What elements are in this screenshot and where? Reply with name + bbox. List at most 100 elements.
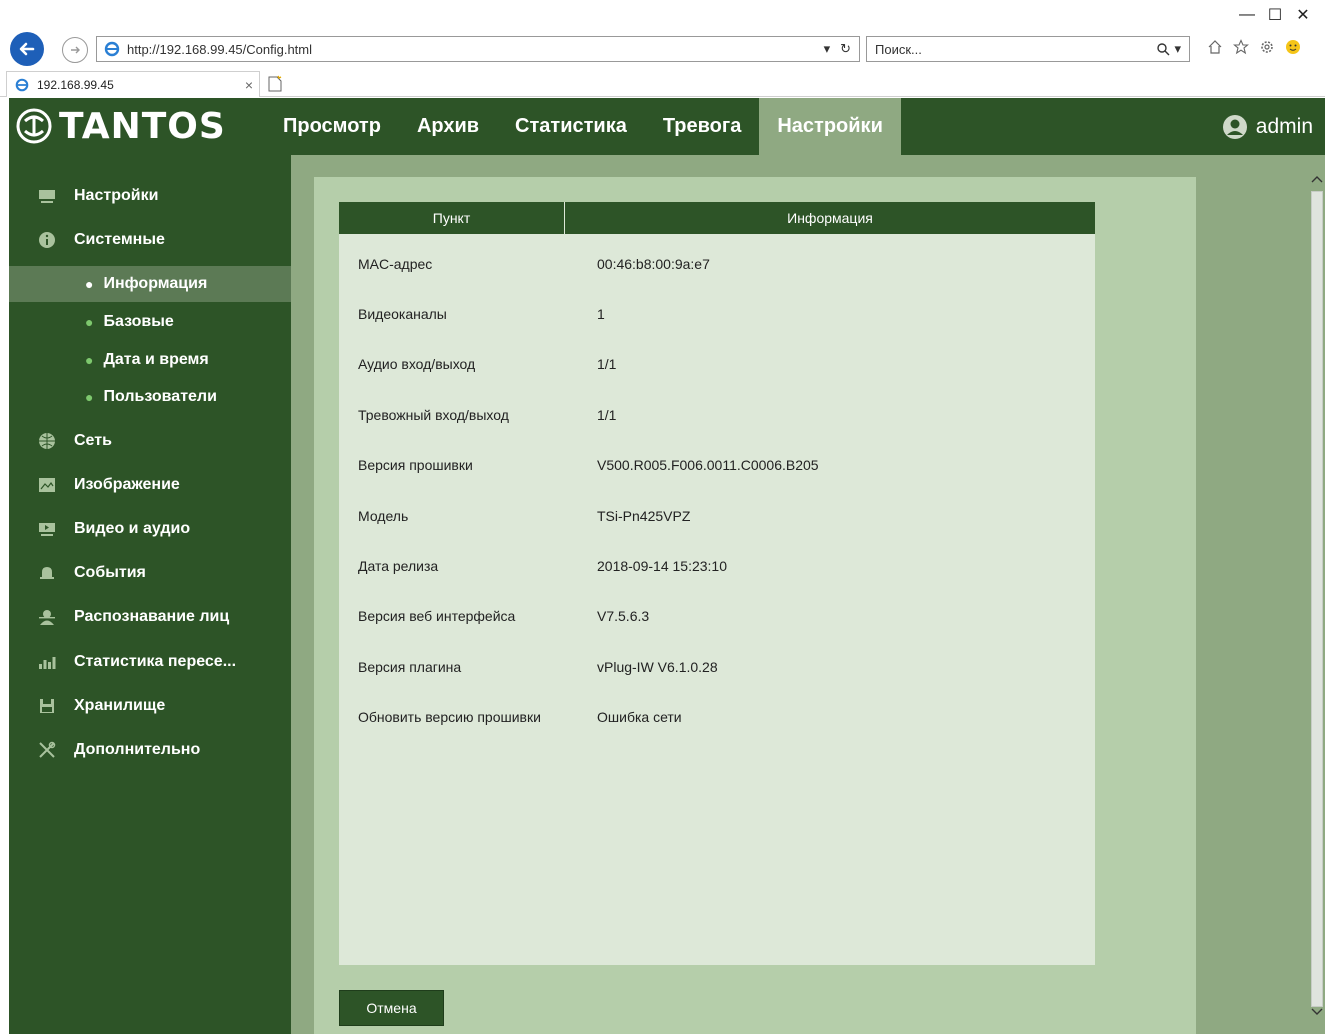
logo: TANTOS [15,104,226,148]
sidebar-item-people-counting[interactable]: Статистика пересе... [9,644,291,680]
table-row: Модель TSi-Pn425VPZ [339,501,1095,531]
row-key: Тревожный вход/выход [358,407,509,423]
info-icon [36,229,58,251]
bar-chart-icon [36,651,58,673]
row-value: 1 [597,306,605,322]
nav-settings[interactable]: Настройки [759,98,901,155]
address-bar[interactable]: http://192.168.99.45/Config.html ▾ ↻ [96,36,860,62]
tantos-logo-icon [16,108,52,144]
star-icon[interactable] [1232,38,1250,56]
sidebar-label: Информация [103,275,208,292]
new-tab-button[interactable] [263,73,287,95]
sidebar-label: Пользователи [103,388,217,405]
search-bar[interactable]: Поиск... ▾ [866,36,1190,62]
tab-strip: 192.168.99.45 × [0,69,1325,97]
table-row: Обновить версию прошивки Ошибка сети [339,702,1095,732]
browser-tab[interactable]: 192.168.99.45 × [6,71,260,97]
scroll-thumb[interactable] [1311,191,1323,1007]
sidebar-item-advanced[interactable]: Дополнительно [9,732,291,768]
row-value: 00:46:b8:00:9a:e7 [597,256,710,272]
close-icon[interactable]: ✕ [1289,4,1317,26]
info-table: Пункт Информация MAC-адрес 00:46:b8:00:9… [339,202,1095,965]
home-icon[interactable] [1206,38,1224,56]
row-key: Видеоканалы [358,306,447,322]
row-value: 2018-09-14 15:23:10 [597,558,727,574]
table-row: Аудио вход/выход 1/1 [339,349,1095,379]
sidebar-label: Хранилище [74,697,166,714]
sidebar-label: Дата и время [103,351,209,368]
row-key: MAC-адрес [358,256,433,272]
browser-toolbar [1206,38,1302,56]
sidebar-item-system[interactable]: Системные [9,222,291,258]
scroll-down-icon[interactable] [1309,1004,1325,1020]
row-key: Аудио вход/выход [358,356,476,372]
image-icon [36,474,58,496]
nav-preview[interactable]: Просмотр [265,98,399,155]
row-value: V7.5.6.3 [597,608,650,624]
cancel-button[interactable]: Отмена [339,990,444,1026]
tab-close-icon[interactable]: × [245,77,253,93]
username: admin [1255,114,1313,138]
nav-archive[interactable]: Архив [399,98,497,155]
sidebar-label: Системные [74,231,165,248]
face-icon [36,606,58,628]
window-controls: — ☐ ✕ [1233,4,1317,26]
bell-icon [36,562,58,584]
sidebar-item-video-audio[interactable]: Видео и аудио [9,511,291,547]
sidebar: Настройки Системные ● Информация ● Базов… [9,155,291,1034]
table-row: Версия плагина vPlug-IW V6.1.0.28 [339,652,1095,682]
gear-icon[interactable] [1258,38,1276,56]
video-icon [36,518,58,540]
bullet-icon: ● [85,389,94,405]
sidebar-sub-users[interactable]: ● Пользователи [9,379,291,415]
minimize-icon[interactable]: — [1233,4,1261,26]
row-value: 1/1 [597,356,617,372]
search-input[interactable]: Поиск... [875,42,1156,57]
forward-button[interactable] [62,37,88,63]
scrollbar[interactable] [1309,155,1325,1034]
table-row: Версия прошивки V500.R005.F006.0011.C000… [339,450,1095,480]
user-icon [1222,114,1247,139]
sidebar-label: События [74,564,146,581]
ie-icon [103,40,121,58]
sidebar-item-image[interactable]: Изображение [9,467,291,503]
maximize-icon[interactable]: ☐ [1261,4,1289,26]
nav-statistics[interactable]: Статистика [497,98,645,155]
top-nav: Просмотр Архив Статистика Тревога Настро… [265,98,901,155]
sidebar-item-face-recognition[interactable]: Распознавание лиц [9,599,291,635]
sidebar-item-network[interactable]: Сеть [9,423,291,459]
dropdown-icon[interactable]: ▾ [824,41,831,57]
tools-icon [36,739,58,761]
table-row: Версия веб интерфейса V7.5.6.3 [339,601,1095,631]
sidebar-label: Распознавание лиц [74,608,230,625]
sidebar-sub-info[interactable]: ● Информация [9,266,291,302]
sidebar-item-events[interactable]: События [9,555,291,591]
sidebar-sub-datetime[interactable]: ● Дата и время [9,342,291,378]
user-menu[interactable]: admin [1222,98,1313,155]
sidebar-label: Изображение [74,476,180,493]
back-button[interactable] [10,32,44,66]
arrow-right-icon [71,46,80,54]
row-key: Модель [358,508,409,524]
smiley-icon[interactable] [1284,38,1302,56]
sidebar-item-settings[interactable]: Настройки [9,178,291,214]
row-value: 1/1 [597,407,617,423]
tab-title: 192.168.99.45 [37,77,114,92]
sidebar-item-storage[interactable]: Хранилище [9,688,291,724]
arrow-left-icon [19,42,35,56]
row-value: Ошибка сети [597,709,682,725]
row-key: Версия плагина [358,659,462,675]
ie-icon [13,76,31,94]
sidebar-label: Базовые [103,313,174,330]
search-dropdown-icon[interactable]: ▾ [1174,41,1181,57]
sidebar-sub-basic[interactable]: ● Базовые [9,304,291,340]
globe-icon [36,430,58,452]
row-key: Версия веб интерфейса [358,608,516,624]
sidebar-label: Сеть [74,432,112,449]
nav-alarm[interactable]: Тревога [645,98,760,155]
sidebar-label: Статистика пересе... [74,653,237,670]
bullet-icon: ● [85,276,94,292]
refresh-icon[interactable]: ↻ [840,41,851,57]
scroll-up-icon[interactable] [1309,171,1325,187]
url-text[interactable]: http://192.168.99.45/Config.html [127,42,824,57]
